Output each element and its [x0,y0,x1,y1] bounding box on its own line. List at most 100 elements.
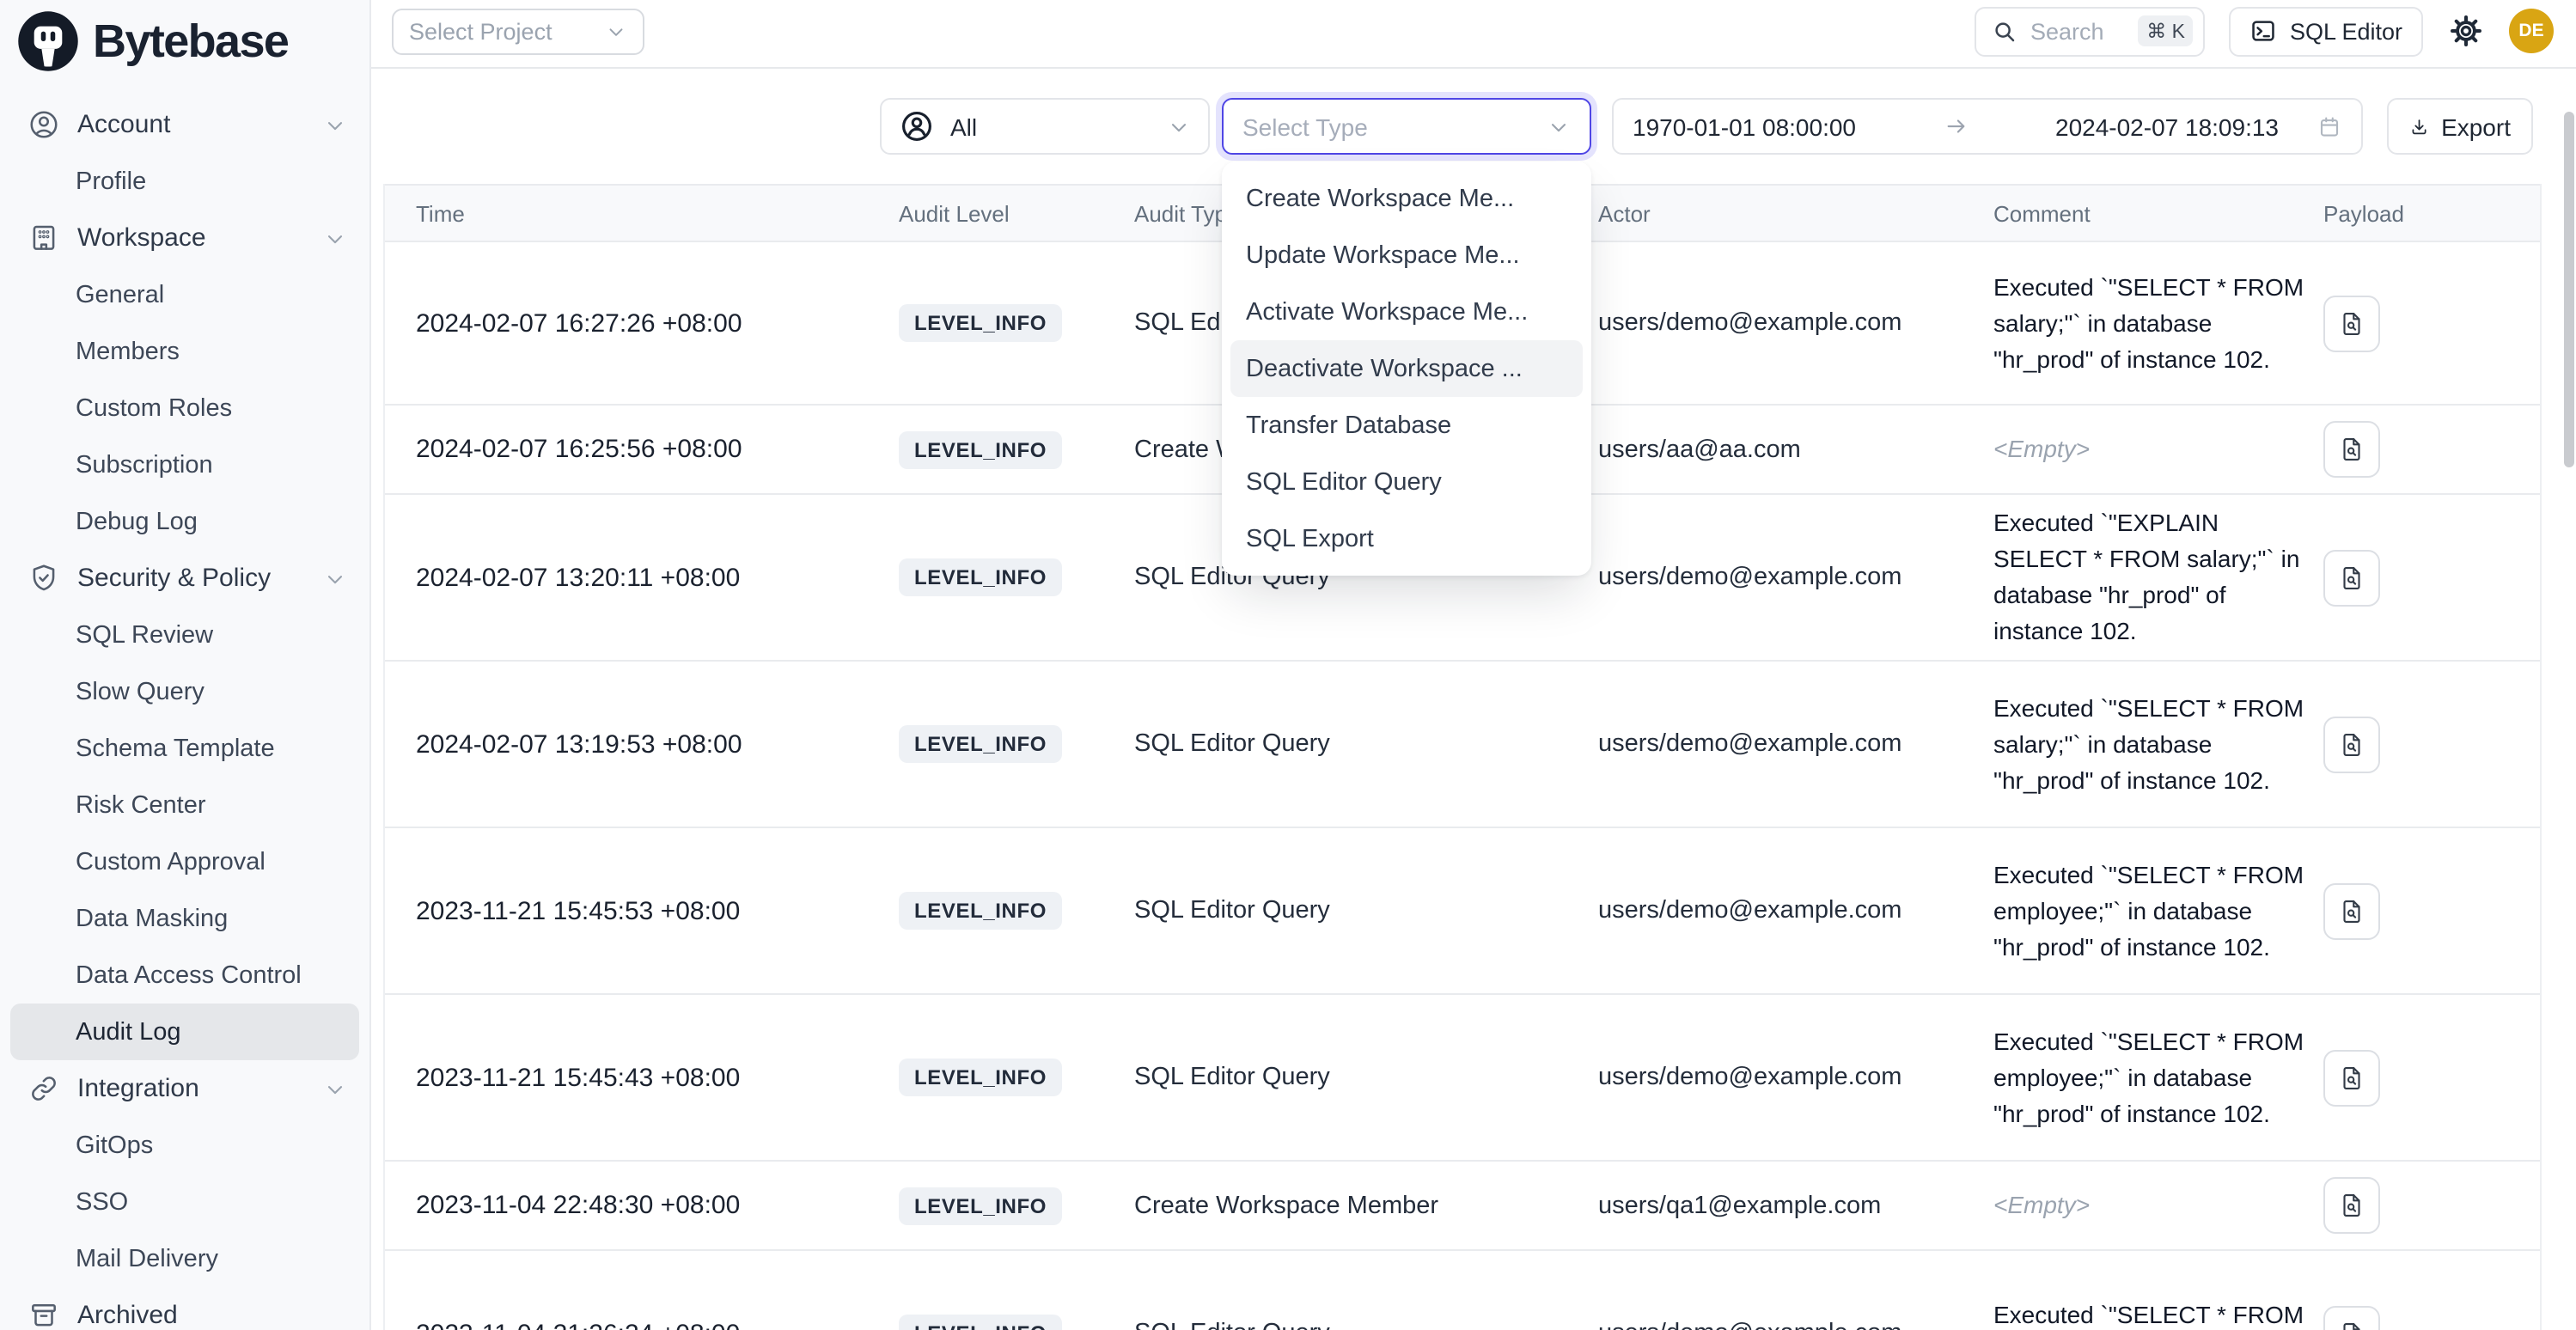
project-select[interactable]: Select Project [392,9,644,55]
col-header-actor: Actor [1598,200,1993,226]
actor-filter-value: All [950,113,1151,140]
group-label: Archived [77,1301,347,1330]
chevron-down-icon [323,113,347,137]
sidebar-group-integration[interactable]: Integration [0,1060,369,1117]
date-range-picker[interactable]: 1970-01-01 08:00:00 2024-02-07 18:09:13 [1612,98,2363,155]
sidebar-item-data-access-control[interactable]: Data Access Control [0,947,369,1004]
user-circle-icon [899,108,935,144]
cell-time: 2023-11-04 21:26:24 +08:00 [385,1319,899,1330]
sidebar-item-profile[interactable]: Profile [0,153,369,210]
sidebar-item-custom-approval[interactable]: Custom Approval [0,833,369,890]
user-circle-icon [27,108,60,141]
cell-actor: users/qa1@example.com [1598,1192,1993,1219]
sidebar: Bytebase Account Profile Workspace [0,0,371,1330]
cell-comment: <Empty> [1993,1187,2323,1223]
menu-item-sql-export[interactable]: SQL Export [1222,510,1591,567]
file-search-icon [2337,1063,2366,1092]
bytebase-logo-icon [17,10,79,72]
table-row: 2024-02-07 13:19:53 +08:00 LEVEL_INFO SQ… [385,662,2540,828]
cell-actor: users/aa@aa.com [1598,436,1993,463]
cell-time: 2023-11-21 15:45:43 +08:00 [385,1063,899,1092]
audit-level-badge: LEVEL_INFO [899,558,1062,596]
type-filter-menu: Create Workspace Me... Update Workspace … [1222,162,1591,576]
avatar[interactable]: DE [2509,9,2554,53]
audit-level-badge: LEVEL_INFO [899,892,1062,930]
date-from: 1970-01-01 08:00:00 [1633,113,1856,140]
sidebar-item-members[interactable]: Members [0,323,369,380]
sidebar-item-slow-query[interactable]: Slow Query [0,663,369,720]
sidebar-item-general[interactable]: General [0,266,369,323]
sidebar-item-schema-template[interactable]: Schema Template [0,720,369,777]
chevron-down-icon [323,226,347,250]
sidebar-group-account[interactable]: Account [0,96,369,153]
cell-audit-type: SQL Editor Query [1134,1064,1598,1091]
sidebar-item-archived[interactable]: Archived [0,1287,369,1330]
sql-editor-button[interactable]: SQL Editor [2230,6,2423,56]
calendar-icon [2317,113,2342,140]
sidebar-item-mail-delivery[interactable]: Mail Delivery [0,1230,369,1287]
shield-check-icon [27,562,60,595]
cell-comment: Executed `"SELECT * FROM salary;"` in da… [1993,690,2323,798]
payload-view-button[interactable] [2323,549,2380,606]
payload-view-button[interactable] [2323,882,2380,939]
table-row: 2023-11-21 15:45:43 +08:00 LEVEL_INFO SQ… [385,995,2540,1162]
scrollbar-thumb[interactable] [2564,112,2574,467]
payload-view-button[interactable] [2323,1049,2380,1106]
cell-audit-type: SQL Editor Query [1134,730,1598,758]
payload-view-button[interactable] [2323,716,2380,772]
settings-gear-icon[interactable] [2447,12,2485,50]
actor-filter-select[interactable]: All [880,98,1210,155]
export-button[interactable]: Export [2387,98,2533,155]
search-shortcut-badge: ⌘ K [2138,15,2194,46]
sidebar-item-audit-log[interactable]: Audit Log [10,1004,359,1060]
cell-comment: Executed `"SELECT * FROM employee;"` in … [1993,857,2323,965]
payload-view-button[interactable] [2323,1177,2380,1234]
audit-level-badge: LEVEL_INFO [899,304,1062,342]
menu-item-activate-workspace-member[interactable]: Activate Workspace Me... [1222,284,1591,340]
audit-level-badge: LEVEL_INFO [899,1315,1062,1330]
col-header-time: Time [385,200,899,226]
cell-audit-type: SQL Editor Query [1134,1320,1598,1330]
terminal-icon [2250,17,2278,45]
menu-item-deactivate-workspace-member[interactable]: Deactivate Workspace ... [1230,340,1583,397]
sidebar-item-gitops[interactable]: GitOps [0,1117,369,1174]
cell-time: 2024-02-07 16:25:56 +08:00 [385,435,899,464]
topbar-actions: Search ⌘ K SQL Editor [1975,7,2554,55]
menu-item-update-workspace-member[interactable]: Update Workspace Me... [1222,227,1591,284]
table-row: 2023-11-04 22:48:30 +08:00 LEVEL_INFO Cr… [385,1162,2540,1251]
group-label: Account [77,110,306,139]
audit-level-badge: LEVEL_INFO [899,1059,1062,1096]
sidebar-group-workspace[interactable]: Workspace [0,210,369,266]
audit-level-badge: LEVEL_INFO [899,1187,1062,1224]
export-label: Export [2441,113,2511,140]
payload-view-button[interactable] [2323,1305,2380,1330]
date-to: 2024-02-07 18:09:13 [2055,113,2279,140]
archive-icon [27,1299,60,1330]
sidebar-item-risk-center[interactable]: Risk Center [0,777,369,833]
download-icon [2409,113,2429,140]
sidebar-item-data-masking[interactable]: Data Masking [0,890,369,947]
bytebase-logo[interactable]: Bytebase [17,10,288,72]
sidebar-item-debug-log[interactable]: Debug Log [0,493,369,550]
table-row: 2023-11-04 21:26:24 +08:00 LEVEL_INFO SQ… [385,1251,2540,1330]
menu-item-sql-editor-query[interactable]: SQL Editor Query [1222,454,1591,510]
col-header-comment: Comment [1993,200,2323,226]
payload-view-button[interactable] [2323,421,2380,478]
file-search-icon [2337,1191,2366,1220]
sidebar-item-custom-roles[interactable]: Custom Roles [0,380,369,436]
col-header-audit-level: Audit Level [899,200,1134,226]
payload-view-button[interactable] [2323,295,2380,351]
sidebar-item-sso[interactable]: SSO [0,1174,369,1230]
menu-item-transfer-database[interactable]: Transfer Database [1222,397,1591,454]
vertical-scrollbar [2564,0,2574,1330]
menu-item-create-workspace-member[interactable]: Create Workspace Me... [1222,170,1591,227]
audit-level-badge: LEVEL_INFO [899,430,1062,468]
sidebar-group-security-policy[interactable]: Security & Policy [0,550,369,607]
type-filter-select[interactable]: Select Type [1222,98,1591,155]
sidebar-item-sql-review[interactable]: SQL Review [0,607,369,663]
cell-actor: users/demo@example.com [1598,1064,1993,1091]
search-input[interactable]: Search ⌘ K [1975,6,2206,56]
arrow-right-icon [1943,113,1969,139]
sidebar-item-subscription[interactable]: Subscription [0,436,369,493]
project-select-placeholder: Select Project [409,19,605,45]
